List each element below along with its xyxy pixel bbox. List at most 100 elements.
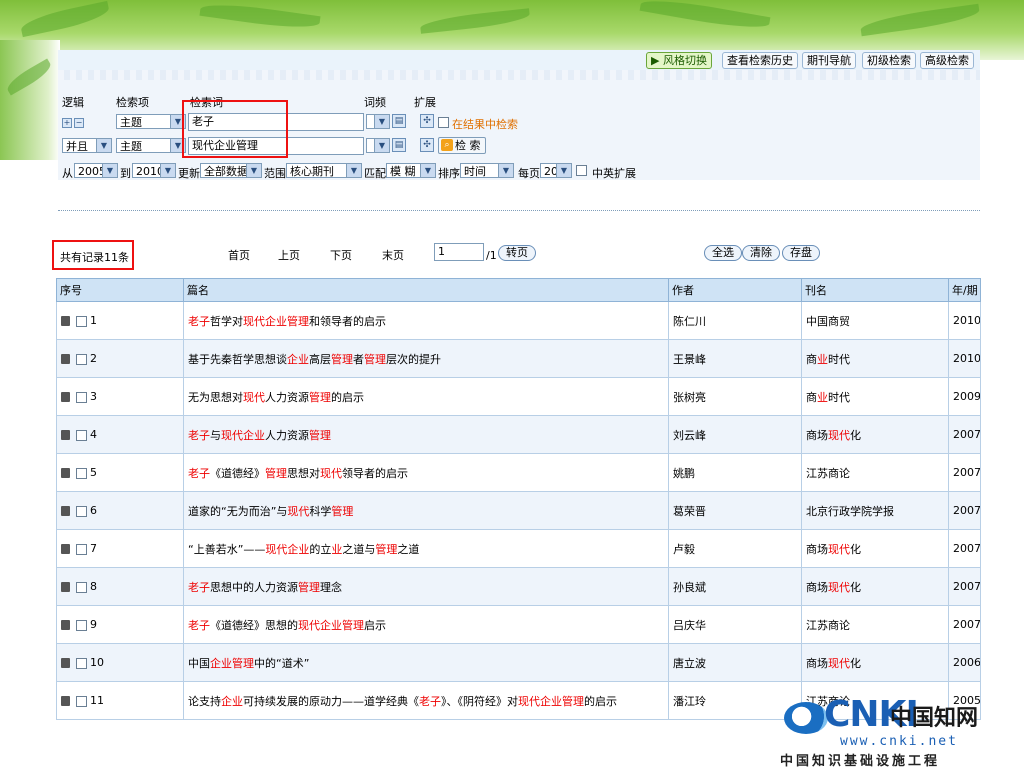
title-cell[interactable]: 老子《道德经》思想的现代企业管理启示 bbox=[183, 605, 669, 644]
search-history-button[interactable]: 查看检索历史 bbox=[722, 52, 798, 69]
cn-en-expand-checkbox[interactable] bbox=[576, 165, 587, 176]
table-row: 3无为思想对现代人力资源管理的启示张树亮商业时代2009/3 bbox=[56, 377, 981, 416]
document-icon[interactable] bbox=[61, 354, 70, 364]
row-no-cell: 7 bbox=[56, 529, 184, 568]
next-page-link[interactable]: 下页 bbox=[330, 247, 352, 263]
document-icon[interactable] bbox=[61, 658, 70, 668]
title-cell[interactable]: 老子与现代企业人力资源管理 bbox=[183, 415, 669, 454]
journal-segment: 化 bbox=[850, 542, 861, 556]
freq-icon[interactable]: ▤ bbox=[392, 114, 406, 128]
remove-row-icon[interactable]: − bbox=[74, 118, 84, 128]
freq-select-2[interactable]: ▼ bbox=[366, 138, 390, 153]
row-checkbox[interactable] bbox=[76, 429, 87, 441]
match-select[interactable]: 模 糊 ▼ bbox=[386, 163, 436, 178]
freq-select-1[interactable]: ▼ bbox=[366, 114, 390, 129]
expand-icon[interactable]: ✣ bbox=[420, 114, 434, 128]
logic-header: 逻辑 bbox=[62, 96, 84, 109]
row-checkbox[interactable] bbox=[76, 581, 87, 593]
save-button[interactable]: 存盘 bbox=[782, 245, 820, 261]
title-segment: 老子 bbox=[188, 314, 210, 328]
title-segment: 之道与 bbox=[342, 542, 376, 556]
freq-icon[interactable]: ▤ bbox=[392, 138, 406, 152]
to-year-select[interactable]: 2010 ▼ bbox=[132, 163, 176, 178]
expand-header: 扩展 bbox=[414, 96, 436, 109]
document-icon[interactable] bbox=[61, 620, 70, 630]
author-cell[interactable]: 王景峰 bbox=[668, 339, 802, 378]
title-cell[interactable]: 论支持企业可持续发展的原动力——道学经典《老子》、《阴符经》对现代企业管理的启示 bbox=[183, 681, 669, 720]
row-checkbox[interactable] bbox=[76, 619, 87, 631]
title-cell[interactable]: 老子思想中的人力资源管理理念 bbox=[183, 567, 669, 606]
row-checkbox[interactable] bbox=[76, 391, 87, 403]
author-cell[interactable]: 卢毅 bbox=[668, 529, 802, 568]
per-page-select[interactable]: 20 ▼ bbox=[540, 163, 572, 178]
title-cell[interactable]: 老子哲学对现代企业管理和领导者的启示 bbox=[183, 301, 669, 340]
row-checkbox[interactable] bbox=[76, 353, 87, 365]
row-checkbox[interactable] bbox=[76, 657, 87, 669]
title-cell[interactable]: 基于先秦哲学思想谈企业高层管理者管理层次的提升 bbox=[183, 339, 669, 378]
journal-segment: 化 bbox=[850, 428, 861, 442]
title-cell[interactable]: 道家的“无为而治”与现代科学管理 bbox=[183, 491, 669, 530]
row-checkbox[interactable] bbox=[76, 695, 87, 707]
first-page-link[interactable]: 首页 bbox=[228, 247, 250, 263]
title-segment: 中国 bbox=[188, 656, 210, 670]
row-checkbox[interactable] bbox=[76, 315, 87, 327]
title-segment: 管理 bbox=[309, 390, 331, 404]
document-icon[interactable] bbox=[61, 430, 70, 440]
author-cell[interactable]: 张树亮 bbox=[668, 377, 802, 416]
select-all-button[interactable]: 全选 bbox=[704, 245, 742, 261]
author-cell[interactable]: 姚鹏 bbox=[668, 453, 802, 492]
journal-cell: 商场现代化 bbox=[801, 529, 949, 568]
style-switch-button[interactable]: ▶ 风格切换 bbox=[646, 52, 712, 69]
document-icon[interactable] bbox=[61, 316, 70, 326]
cn-en-expand-label: 中英扩展 bbox=[592, 167, 636, 180]
row-no-cell: 4 bbox=[56, 415, 184, 454]
last-page-link[interactable]: 末页 bbox=[382, 247, 404, 263]
journal-segment: 现代 bbox=[828, 428, 850, 442]
document-icon[interactable] bbox=[61, 582, 70, 592]
from-year-select[interactable]: 2005 ▼ bbox=[74, 163, 118, 178]
row-no: 6 bbox=[90, 504, 97, 517]
title-segment: 的启示 bbox=[331, 390, 364, 404]
journal-nav-button[interactable]: 期刊导航 bbox=[802, 52, 856, 69]
expand-icon[interactable]: ✣ bbox=[420, 138, 434, 152]
update-select[interactable]: 全部数据 ▼ bbox=[200, 163, 262, 178]
prev-page-link[interactable]: 上页 bbox=[278, 247, 300, 263]
document-icon[interactable] bbox=[61, 696, 70, 706]
top-nav-bar: ▶ 风格切换 查看检索历史 期刊导航 初级检索 高级检索 bbox=[58, 50, 980, 70]
range-select[interactable]: 核心期刊 ▼ bbox=[286, 163, 362, 178]
author-cell[interactable]: 刘云峰 bbox=[668, 415, 802, 454]
title-cell[interactable]: 无为思想对现代人力资源管理的启示 bbox=[183, 377, 669, 416]
add-row-icon[interactable]: + bbox=[62, 118, 72, 128]
advanced-search-button[interactable]: 高级检索 bbox=[920, 52, 974, 69]
author-cell[interactable]: 吕庆华 bbox=[668, 605, 802, 644]
row-no: 4 bbox=[90, 428, 97, 441]
author-cell[interactable]: 葛荣晋 bbox=[668, 491, 802, 530]
document-icon[interactable] bbox=[61, 506, 70, 516]
row-checkbox[interactable] bbox=[76, 467, 87, 479]
search-button[interactable]: ⌕ 检 索 bbox=[438, 137, 486, 154]
page-input[interactable]: 1 bbox=[434, 243, 484, 261]
clear-button[interactable]: 清除 bbox=[742, 245, 780, 261]
title-cell[interactable]: “上善若水”——现代企业的立业之道与管理之道 bbox=[183, 529, 669, 568]
document-icon[interactable] bbox=[61, 468, 70, 478]
row-checkbox[interactable] bbox=[76, 505, 87, 517]
title-segment: 管理 bbox=[331, 504, 354, 518]
title-cell[interactable]: 老子《道德经》管理思想对现代领导者的启示 bbox=[183, 453, 669, 492]
author-cell[interactable]: 唐立波 bbox=[668, 643, 802, 682]
title-cell[interactable]: 中国企业管理中的“道术” bbox=[183, 643, 669, 682]
basic-search-button[interactable]: 初级检索 bbox=[862, 52, 916, 69]
row-no: 3 bbox=[90, 390, 97, 403]
row-checkbox[interactable] bbox=[76, 543, 87, 555]
document-icon[interactable] bbox=[61, 544, 70, 554]
author-cell[interactable]: 孙良斌 bbox=[668, 567, 802, 606]
title-segment: 企业 bbox=[287, 352, 309, 366]
in-results-checkbox[interactable] bbox=[438, 117, 449, 128]
field-select-2[interactable]: 主题 ▼ bbox=[116, 138, 186, 153]
document-icon[interactable] bbox=[61, 392, 70, 402]
logic-select-2[interactable]: 并且 ▼ bbox=[62, 138, 112, 153]
goto-page-button[interactable]: 转页 bbox=[498, 245, 536, 261]
sort-select[interactable]: 时间 ▼ bbox=[460, 163, 514, 178]
field-select-1[interactable]: 主题 ▼ bbox=[116, 114, 186, 129]
author-cell[interactable]: 陈仁川 bbox=[668, 301, 802, 340]
journal-segment: 业 bbox=[817, 352, 828, 366]
